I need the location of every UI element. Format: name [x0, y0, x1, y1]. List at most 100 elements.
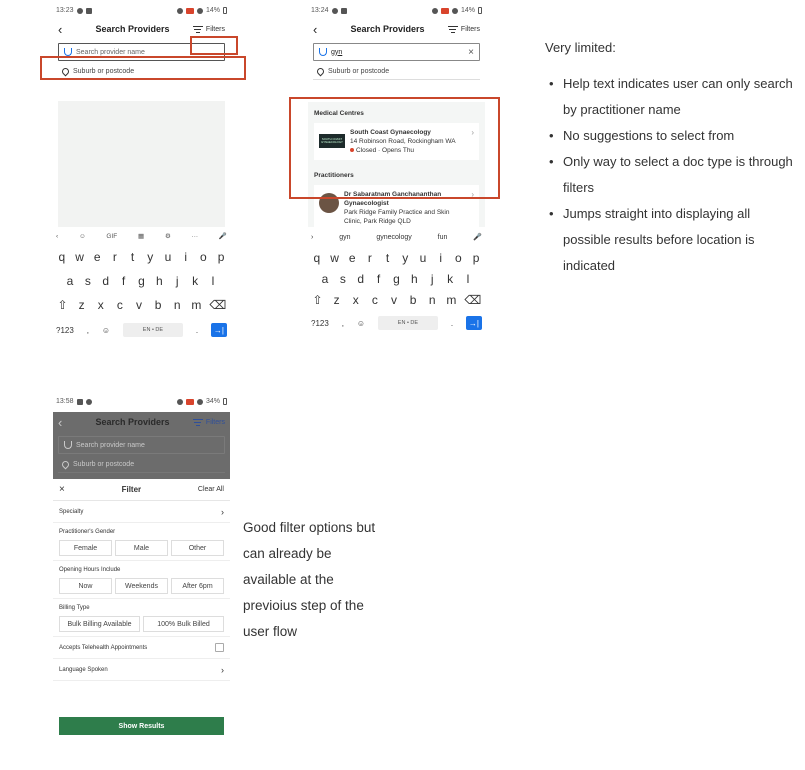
- key-p[interactable]: p: [215, 250, 227, 264]
- more-icon[interactable]: ···: [192, 233, 199, 240]
- on-screen-keyboard[interactable]: ‹ ☺ GIF ▦ ⚙ ··· 🎤 qwertyuiop asdfghjkl ⇧ z x c v b n…: [53, 227, 230, 355]
- key-b[interactable]: b: [407, 293, 419, 307]
- hours-now-button[interactable]: Now: [59, 578, 112, 594]
- language-row[interactable]: Language Spoken ›: [53, 659, 230, 681]
- key-a[interactable]: a: [319, 272, 331, 286]
- period-key[interactable]: .: [451, 319, 453, 328]
- microphone-icon[interactable]: 🎤: [473, 233, 482, 241]
- period-key[interactable]: .: [196, 326, 198, 335]
- key-w[interactable]: w: [74, 250, 86, 264]
- telehealth-checkbox[interactable]: [215, 643, 224, 652]
- comma-key[interactable]: ,: [87, 326, 89, 335]
- key-s[interactable]: s: [82, 274, 94, 288]
- suburb-input[interactable]: Suburb or postcode: [313, 64, 480, 80]
- back-arrow-icon[interactable]: ‹: [313, 23, 327, 36]
- key-i[interactable]: i: [180, 250, 192, 264]
- chevron-right-icon[interactable]: ›: [311, 234, 313, 241]
- key-k[interactable]: k: [444, 272, 456, 286]
- key-g[interactable]: g: [135, 274, 147, 288]
- gender-male-button[interactable]: Male: [115, 540, 168, 556]
- key-x[interactable]: x: [95, 298, 107, 312]
- key-j[interactable]: j: [171, 274, 183, 288]
- shift-key-icon[interactable]: ⇧: [57, 298, 69, 312]
- result-card-practitioner[interactable]: Dr Sabaratnam Ganchananthan Gynaecologis…: [314, 185, 479, 227]
- key-s[interactable]: s: [337, 272, 349, 286]
- key-x[interactable]: x: [350, 293, 362, 307]
- key-z[interactable]: z: [331, 293, 343, 307]
- key-e[interactable]: e: [346, 251, 358, 265]
- space-key[interactable]: EN • DE: [122, 323, 183, 337]
- key-u[interactable]: u: [162, 250, 174, 264]
- gear-icon[interactable]: ⚙: [165, 232, 171, 240]
- key-c[interactable]: c: [369, 293, 381, 307]
- keyboard-row-bottom[interactable]: ?123 , ☺ EN • DE . →|: [53, 317, 230, 343]
- key-p[interactable]: p: [470, 251, 482, 265]
- key-k[interactable]: k: [189, 274, 201, 288]
- key-m[interactable]: m: [190, 298, 202, 312]
- key-b[interactable]: b: [152, 298, 164, 312]
- hours-weekends-button[interactable]: Weekends: [115, 578, 168, 594]
- key-h[interactable]: h: [408, 272, 420, 286]
- key-v[interactable]: v: [133, 298, 145, 312]
- gif-button[interactable]: GIF: [106, 233, 117, 240]
- suggestion-item[interactable]: fun: [438, 234, 448, 241]
- key-n[interactable]: n: [426, 293, 438, 307]
- sticker-icon[interactable]: ☺: [79, 233, 86, 240]
- keyboard-suggestion-bar[interactable]: › gyn gynecology fun 🎤: [308, 227, 485, 247]
- suggestion-item[interactable]: gynecology: [376, 234, 411, 241]
- keyboard-row-2[interactable]: asdfghjkl: [308, 268, 485, 289]
- close-icon[interactable]: ×: [59, 484, 65, 495]
- keyboard-row-1[interactable]: qwertyuiop: [308, 247, 485, 268]
- keyboard-row-bottom[interactable]: ?123 , ☺ EN • DE . →|: [308, 310, 485, 336]
- key-t[interactable]: t: [382, 251, 394, 265]
- suggestion-item[interactable]: gyn: [339, 234, 350, 241]
- bulk-billing-available-button[interactable]: Bulk Billing Available: [59, 616, 140, 632]
- key-l[interactable]: l: [462, 272, 474, 286]
- result-card-medical-centre[interactable]: SOUTH COAST GYNAECOLOGY South Coast Gyna…: [314, 123, 479, 160]
- key-y[interactable]: y: [399, 251, 411, 265]
- specialty-row[interactable]: Specialty ›: [53, 501, 230, 523]
- enter-key[interactable]: →|: [465, 316, 482, 330]
- gender-other-button[interactable]: Other: [171, 540, 224, 556]
- space-key[interactable]: EN • DE: [377, 316, 438, 330]
- comma-key[interactable]: ,: [342, 319, 344, 328]
- search-input[interactable]: Search provider name: [58, 43, 225, 61]
- key-c[interactable]: c: [114, 298, 126, 312]
- gender-female-button[interactable]: Female: [59, 540, 112, 556]
- suburb-input[interactable]: Suburb or postcode: [58, 64, 225, 80]
- keyboard-row-1[interactable]: qwertyuiop: [53, 245, 230, 269]
- emoji-key-icon[interactable]: ☺: [357, 319, 365, 328]
- key-d[interactable]: d: [100, 274, 112, 288]
- keyboard-row-3[interactable]: ⇧ z x c v b n m ⌫: [53, 293, 230, 317]
- keyboard-row-2[interactable]: asdfghjkl: [53, 269, 230, 293]
- key-q[interactable]: q: [311, 251, 323, 265]
- telehealth-row[interactable]: Accepts Telehealth Appointments: [53, 637, 230, 659]
- key-f[interactable]: f: [373, 272, 385, 286]
- fully-bulk-billed-button[interactable]: 100% Bulk Billed: [143, 616, 224, 632]
- clear-all-button[interactable]: Clear All: [198, 486, 224, 493]
- chevron-left-icon[interactable]: ‹: [56, 233, 58, 240]
- symbols-key[interactable]: ?123: [311, 319, 329, 328]
- key-f[interactable]: f: [118, 274, 130, 288]
- microphone-icon[interactable]: 🎤: [219, 232, 227, 240]
- enter-key[interactable]: →|: [210, 323, 227, 337]
- filters-button[interactable]: Filters: [192, 25, 225, 33]
- hours-after-6pm-button[interactable]: After 6pm: [171, 578, 224, 594]
- search-input[interactable]: gyn ×: [313, 43, 480, 61]
- key-r[interactable]: r: [364, 251, 376, 265]
- backspace-key-icon[interactable]: ⌫: [464, 293, 481, 307]
- symbols-key[interactable]: ?123: [56, 326, 74, 335]
- key-t[interactable]: t: [127, 250, 139, 264]
- filters-button[interactable]: Filters: [447, 25, 480, 33]
- key-j[interactable]: j: [426, 272, 438, 286]
- clipboard-icon[interactable]: ▦: [138, 232, 144, 240]
- key-q[interactable]: q: [56, 250, 68, 264]
- back-arrow-icon[interactable]: ‹: [58, 23, 72, 36]
- key-a[interactable]: a: [64, 274, 76, 288]
- clear-icon[interactable]: ×: [468, 47, 474, 58]
- key-o[interactable]: o: [197, 250, 209, 264]
- shift-key-icon[interactable]: ⇧: [312, 293, 324, 307]
- key-e[interactable]: e: [91, 250, 103, 264]
- key-y[interactable]: y: [144, 250, 156, 264]
- show-results-button[interactable]: Show Results: [59, 717, 224, 735]
